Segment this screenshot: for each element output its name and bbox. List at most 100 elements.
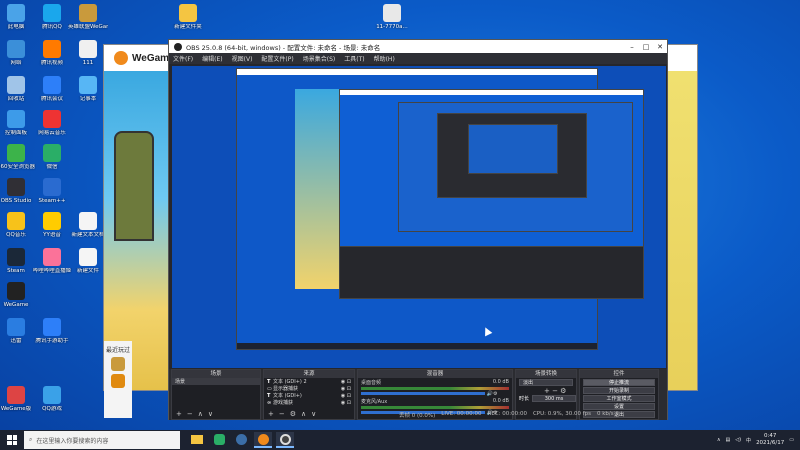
desktop-icon[interactable]: 此电脑 (0, 4, 36, 31)
desktop-icon[interactable]: 微信 (32, 144, 72, 171)
source-settings-icon[interactable]: ⚙ (290, 410, 296, 418)
maximize-button[interactable]: □ (639, 43, 653, 51)
control-button[interactable]: 停止推流 (583, 379, 655, 386)
menu-item[interactable]: 视图(V) (232, 54, 253, 63)
volume-icon[interactable]: ◁) (735, 437, 741, 443)
network-icon[interactable]: ▤ (726, 437, 731, 443)
tray-chevron-icon[interactable]: ∧ (717, 437, 721, 443)
preview-mirror-2 (339, 89, 644, 299)
move-down-button[interactable]: ∨ (311, 410, 316, 418)
volume-slider[interactable] (361, 392, 486, 395)
start-button[interactable] (0, 430, 24, 450)
taskbar-search[interactable]: ⌕ 在这里输入你要搜索的内容 (24, 431, 180, 449)
bitrate: 0 kb/s (597, 411, 614, 417)
desktop-icon[interactable]: 新建文件 (68, 248, 108, 275)
remove-scene-button[interactable]: − (187, 410, 193, 418)
desktop-icon[interactable]: 111 (68, 40, 108, 67)
clock-time: 0:47 (763, 433, 777, 439)
control-button[interactable]: 开始录制 (583, 387, 655, 394)
visibility-lock-icon[interactable]: ◉ ⊡ (341, 393, 351, 399)
desktop-icon[interactable]: QQ音乐 (0, 212, 36, 239)
visibility-lock-icon[interactable]: ◉ ⊡ (341, 379, 351, 385)
source-label: 文本 (GDI+) (273, 393, 302, 399)
desktop-icon[interactable]: 迅雷 (0, 318, 36, 345)
source-item[interactable]: ∞ 游戏捕获 ◉ ⊡ (264, 399, 354, 407)
menu-item[interactable]: 编辑(E) (202, 54, 222, 63)
menu-item[interactable]: 帮助(H) (374, 54, 395, 63)
desktop-icon[interactable]: 网易云音乐 (32, 110, 72, 137)
source-item[interactable]: ▭ 显示器捕获 ◉ ⊡ (264, 385, 354, 393)
desktop-icon[interactable]: 记事本 (68, 76, 108, 103)
preview-mirror-4 (437, 113, 587, 198)
visibility-lock-icon[interactable]: ◉ ⊡ (341, 400, 351, 406)
mixer-channel: 桌面音频 0.0 dB 🔊⚙ (361, 379, 509, 397)
desktop-icon[interactable]: 腾讯手游助手 (32, 318, 72, 345)
control-button[interactable]: 设置 (583, 403, 655, 410)
menu-item[interactable]: 文件(F) (173, 54, 193, 63)
mute-settings-icon[interactable]: 🔊⚙ (485, 391, 498, 397)
desktop-icon[interactable]: 哔哩哔哩直播姬 (32, 248, 72, 275)
desktop-icon[interactable]: 腾讯视频 (32, 40, 72, 67)
desktop-icon[interactable]: WeGame版 (0, 386, 36, 413)
desktop-icon[interactable]: 新建文件夹 (168, 4, 208, 31)
taskbar-wechat[interactable] (210, 432, 228, 448)
obs-titlebar[interactable]: OBS 25.0.8 (64-bit, windows) - 配置文件: 未命名… (169, 40, 667, 53)
desktop-icon[interactable]: Steam++ (32, 178, 72, 205)
desktop-icon[interactable]: WeGame (0, 282, 36, 309)
desktop-icon[interactable]: Steam (0, 248, 36, 275)
remove-source-button[interactable]: − (279, 410, 285, 418)
taskbar-wegame[interactable] (254, 432, 272, 448)
sources-toolbar: + − ⚙ ∧ ∨ (264, 409, 354, 419)
desktop-icon[interactable]: 360安全浏览器 (0, 144, 36, 171)
desktop-icon[interactable]: 回收站 (0, 76, 36, 103)
add-source-button[interactable]: + (268, 410, 274, 418)
game-icon[interactable] (111, 374, 125, 388)
taskbar-file-explorer[interactable] (188, 432, 206, 448)
visibility-lock-icon[interactable]: ◉ ⊡ (341, 386, 351, 392)
desktop-icon[interactable]: 11-7770a... (372, 4, 412, 31)
volume-meter (361, 406, 509, 409)
obs-window[interactable]: OBS 25.0.8 (64-bit, windows) - 配置文件: 未命名… (168, 39, 668, 420)
duration-label: 时长 (519, 396, 530, 402)
menu-item[interactable]: 工具(T) (344, 54, 364, 63)
duration-input[interactable]: 300 ms (532, 395, 576, 402)
desktop-icon-label: 记事本 (79, 96, 97, 102)
scene-item[interactable]: 场景 (172, 378, 260, 385)
desktop-icon[interactable]: QQ游戏 (32, 386, 72, 413)
source-item[interactable]: T 文本 (GDI+) 2 ◉ ⊡ (264, 378, 354, 386)
desktop-icon[interactable]: 网络 (0, 40, 36, 67)
desktop-icon-label: 11-7770a... (376, 24, 408, 30)
desktop-icon[interactable]: 腾讯QQ (32, 4, 72, 31)
desktop-icon[interactable]: OBS Studio (0, 178, 36, 205)
source-item[interactable]: T 文本 (GDI+) ◉ ⊡ (264, 392, 354, 400)
desktop-icon[interactable]: YY语音 (32, 212, 72, 239)
notification-icon[interactable]: ▭ (789, 437, 794, 443)
desktop-icon[interactable]: 英雄联盟WeGame版 (68, 4, 108, 31)
scenes-dock: 场景 场景 + − ∧ ∨ (171, 369, 261, 420)
desktop-icon[interactable]: 控制面板 (0, 110, 36, 137)
add-scene-button[interactable]: + (176, 410, 182, 418)
obs-logo-icon (174, 42, 182, 51)
taskbar-steam[interactable] (232, 432, 250, 448)
clock[interactable]: 0:47 2021/6/17 (756, 433, 784, 447)
move-up-button[interactable]: ∧ (301, 410, 306, 418)
control-button[interactable]: 工作室模式 (583, 395, 655, 402)
desktop-icon[interactable]: 新建文本文档 (68, 212, 108, 239)
game-icon[interactable] (111, 357, 125, 371)
close-button[interactable]: ✕ (653, 43, 667, 51)
menu-item[interactable]: 场景集合(S) (303, 54, 336, 63)
desktop-icon[interactable]: 腾讯会议 (32, 76, 72, 103)
minimize-button[interactable]: – (625, 43, 639, 51)
dropped-frames: 丢帧 0 (0.0%) (399, 413, 436, 419)
move-up-button[interactable]: ∧ (198, 410, 203, 418)
windows-logo-icon (7, 435, 17, 445)
transition-select[interactable]: 淡出 (519, 379, 573, 386)
obs-preview[interactable] (172, 66, 666, 368)
ime-icon[interactable]: 中 (746, 437, 751, 444)
taskbar-obs[interactable] (276, 432, 294, 448)
app-icon (7, 282, 25, 300)
menu-item[interactable]: 配置文件(P) (261, 54, 293, 63)
move-down-button[interactable]: ∨ (208, 410, 213, 418)
wegame-banner-right (667, 71, 697, 390)
desktop-icon-label: WeGame (3, 302, 29, 308)
